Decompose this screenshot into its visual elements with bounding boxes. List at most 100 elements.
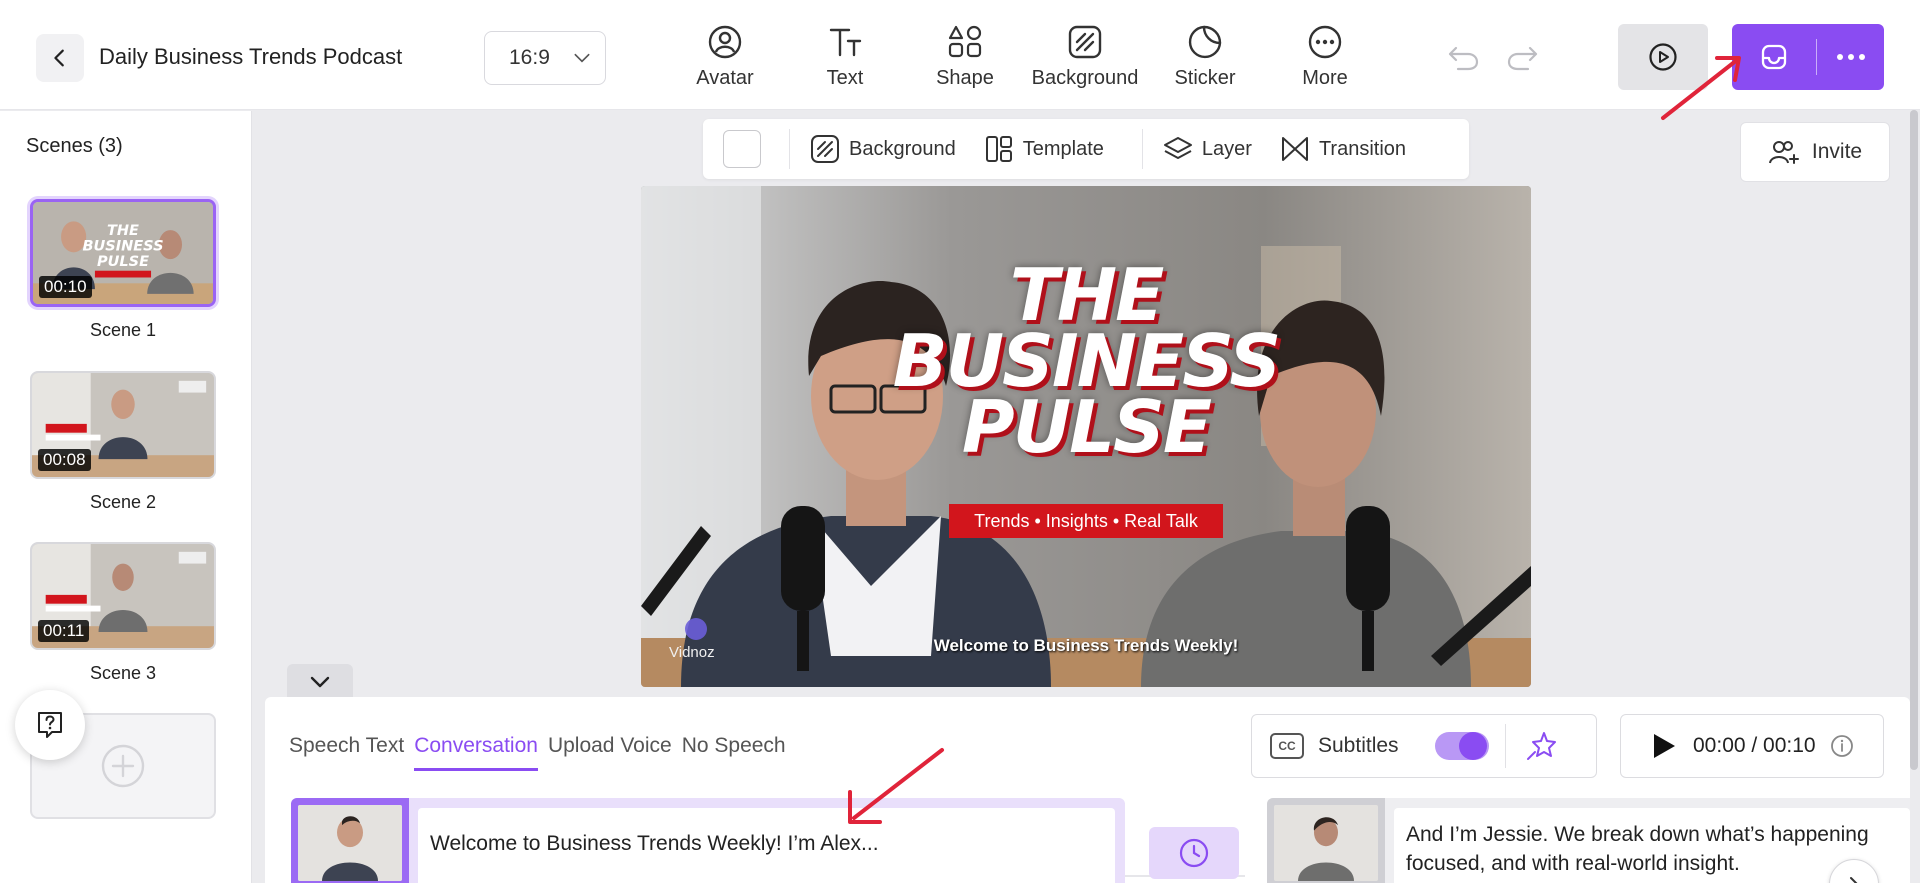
scenes-title: Scenes (3) (26, 135, 123, 157)
scenes-sidebar: Scenes (3) THE BUSINESS PULSE 00:10 Scen… (0, 111, 252, 883)
preview-button[interactable] (1618, 24, 1708, 90)
template-label: Template (1022, 137, 1104, 160)
closed-captions-icon: CC (1270, 733, 1304, 759)
subtitles-divider (1504, 724, 1506, 768)
video-canvas[interactable]: THE BUSINESS PULSE Trends • Insights • R… (641, 186, 1531, 687)
scene-item[interactable]: 00:11 Scene 3 (30, 542, 216, 684)
canvas-toolbar: Background Template Layer Transition (703, 119, 1469, 179)
chevron-right-icon (1850, 877, 1858, 883)
invite-label: Invite (1811, 140, 1863, 163)
tool-background-label: Background (1031, 67, 1139, 89)
scene-name: Scene 1 (89, 320, 157, 340)
undo-icon (1448, 46, 1479, 71)
speaker-avatar-jessie[interactable] (1267, 798, 1385, 883)
add-user-icon (1768, 141, 1799, 164)
video-subtitle-caption[interactable]: Welcome to Business Trends Weekly! (641, 636, 1531, 656)
export-button-group (1732, 24, 1884, 90)
scene-thumbnail[interactable]: 00:11 (30, 542, 216, 650)
tool-shape-label: Shape (936, 67, 994, 89)
subtitles-control: CC Subtitles (1251, 714, 1597, 778)
play-circle-icon (1649, 43, 1677, 71)
avatar-portrait (298, 805, 402, 881)
subtitles-label: Subtitles (1318, 734, 1399, 757)
video-tagline[interactable]: Trends • Insights • Real Talk (949, 504, 1223, 538)
chevron-down-icon (574, 53, 590, 63)
layer-button[interactable]: Layer (1163, 134, 1252, 164)
playback-control: 00:00 / 00:10 (1620, 714, 1884, 778)
chevron-left-icon (54, 49, 64, 67)
tab-speech-text[interactable]: Speech Text (289, 734, 404, 771)
info-icon[interactable] (1830, 734, 1854, 758)
help-button[interactable] (15, 690, 85, 760)
transition-icon (1281, 137, 1308, 161)
video-headline[interactable]: THE BUSINESS PULSE (641, 259, 1531, 469)
scene-name: Scene 2 (89, 492, 157, 512)
redo-button[interactable] (1503, 40, 1543, 76)
export-button[interactable] (1732, 24, 1816, 90)
redo-icon (1507, 46, 1538, 71)
watermark-logo: Vidnoz (669, 644, 715, 661)
tab-conversation[interactable]: Conversation (414, 734, 538, 771)
tool-more-label: More (1302, 67, 1348, 89)
speech-text-input-alex[interactable]: Welcome to Business Trends Weekly! I’m A… (418, 808, 1115, 883)
aspect-ratio-select[interactable]: 16:9 (484, 31, 606, 85)
tool-sticker[interactable]: Sticker (1150, 24, 1260, 90)
headline-line: PULSE (961, 385, 1212, 469)
undo-button[interactable] (1443, 40, 1483, 76)
scene-item[interactable]: 00:08 Scene 2 (30, 371, 216, 513)
top-toolbar: Daily Business Trends Podcast 16:9 Avata… (0, 0, 1920, 110)
inbox-icon (1761, 44, 1787, 70)
avatar-portrait (1274, 805, 1378, 881)
tool-more[interactable]: More (1270, 24, 1380, 90)
svg-text:THE: THE (107, 223, 139, 239)
back-button[interactable] (36, 34, 84, 82)
scene-item[interactable]: THE BUSINESS PULSE 00:10 Scene 1 (30, 199, 216, 341)
scene-thumbnail[interactable]: THE BUSINESS PULSE 00:10 (30, 199, 216, 307)
watermark-text: Vidnoz (669, 644, 715, 661)
ellipsis-icon (1836, 54, 1865, 60)
svg-text:PULSE: PULSE (97, 254, 149, 270)
tab-no-speech[interactable]: No Speech (682, 734, 786, 771)
toolbar-divider (789, 129, 790, 169)
tool-avatar-label: Avatar (696, 67, 754, 89)
invite-button[interactable]: Invite (1740, 122, 1890, 182)
speech-text-line: And I’m Jessie. We break down what’s hap… (1406, 823, 1869, 846)
export-more-button[interactable] (1817, 24, 1884, 90)
tool-background[interactable]: Background (1030, 24, 1140, 90)
sparkle-star-icon[interactable] (1524, 729, 1558, 763)
scene-thumbnail[interactable]: 00:08 (30, 371, 216, 479)
conversation-line: Welcome to Business Trends Weekly! I’m A… (291, 798, 1125, 883)
scene-duration: 00:10 (39, 276, 92, 298)
page-scrollbar[interactable] (1910, 110, 1918, 770)
plus-circle-icon (101, 744, 145, 788)
help-chat-icon (38, 712, 62, 738)
template-button[interactable]: Template (984, 134, 1104, 164)
more-icon (1308, 25, 1342, 59)
text-icon (829, 28, 862, 57)
background-icon (811, 135, 839, 163)
layers-icon (1163, 137, 1192, 159)
canvas-background-button[interactable]: Background (810, 134, 956, 164)
template-icon (985, 136, 1012, 162)
play-icon[interactable] (1651, 732, 1677, 760)
tool-avatar[interactable]: Avatar (670, 24, 780, 90)
conversation-line: And I’m Jessie. We break down what’s hap… (1267, 798, 1910, 883)
scene-name: Scene 3 (89, 663, 157, 683)
subtitles-toggle[interactable] (1434, 732, 1489, 760)
chevron-down-icon (310, 676, 330, 688)
project-title[interactable]: Daily Business Trends Podcast (99, 44, 402, 70)
speaker-avatar-alex[interactable] (291, 798, 409, 883)
avatar-icon (708, 25, 742, 59)
background-color-swatch[interactable] (723, 130, 761, 168)
tool-sticker-label: Sticker (1174, 67, 1236, 89)
collapse-panel-button[interactable] (287, 664, 353, 700)
tool-text[interactable]: Text (790, 24, 900, 90)
layer-label: Layer (1201, 137, 1252, 160)
transition-button[interactable]: Transition (1280, 134, 1406, 164)
scene-duration: 00:11 (38, 620, 90, 642)
speech-text-line: focused, and with real-world insight. (1406, 852, 1740, 875)
tab-upload-voice[interactable]: Upload Voice (548, 734, 672, 771)
svg-text:BUSINESS: BUSINESS (82, 238, 163, 254)
add-pause-button[interactable] (1149, 827, 1239, 879)
tool-shape[interactable]: Shape (910, 24, 1020, 90)
